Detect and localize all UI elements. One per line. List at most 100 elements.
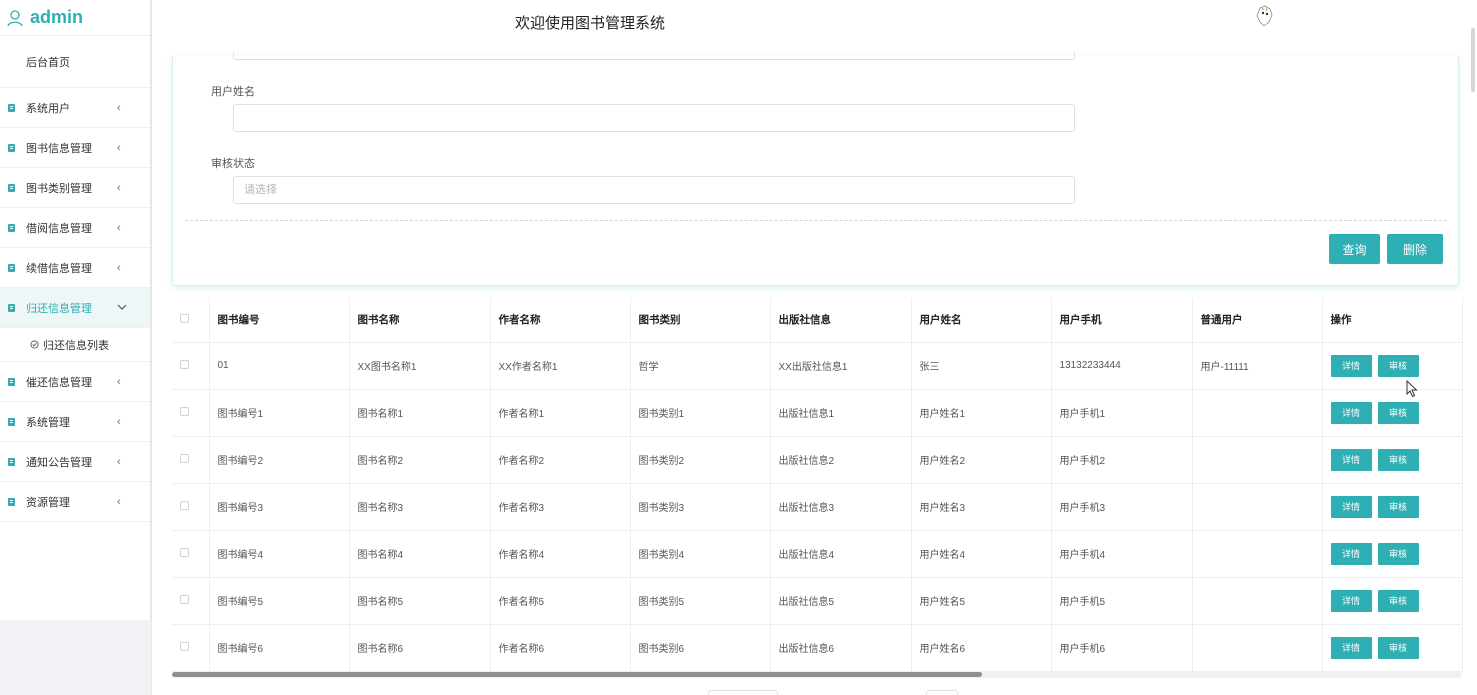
row-checkbox[interactable] xyxy=(180,453,189,463)
chevron-left-icon: ‹ xyxy=(117,182,121,194)
sidebar-item-renew-info[interactable]: 续借信息管理 ‹ xyxy=(0,248,150,288)
row-checkbox[interactable] xyxy=(180,594,189,604)
audit-button[interactable]: 审核 xyxy=(1377,542,1419,565)
audit-button[interactable]: 审核 xyxy=(1377,448,1419,471)
actions-cell: 详情 审核 xyxy=(1322,577,1463,625)
top-header: 欢迎使用图书管理系统 xyxy=(152,0,1477,92)
table-cell: 图书类别5 xyxy=(630,577,771,625)
menu-bullet-icon xyxy=(8,143,15,152)
detail-button[interactable]: 详情 xyxy=(1330,542,1372,565)
pagination-jump-input[interactable] xyxy=(926,690,958,695)
menu-bullet-icon xyxy=(8,183,15,192)
query-button[interactable]: 查询 xyxy=(1329,234,1380,264)
horizontal-scrollbar-thumb[interactable] xyxy=(172,672,982,677)
chevron-left-icon: ‹ xyxy=(117,262,121,274)
column-header: 出版社信息 xyxy=(770,298,912,343)
table-cell: 哲学 xyxy=(630,342,771,390)
row-select-cell xyxy=(172,389,210,437)
detail-button[interactable]: 详情 xyxy=(1330,448,1372,471)
audit-button[interactable]: 审核 xyxy=(1377,495,1419,518)
table-cell: 图书类别2 xyxy=(630,436,771,484)
form-divider xyxy=(185,220,1447,221)
sidebar-item-system-users[interactable]: 系统用户 ‹ xyxy=(0,88,150,128)
table-cell xyxy=(1192,624,1323,672)
actions-cell: 详情 审核 xyxy=(1322,483,1463,531)
mouse-cursor-icon xyxy=(1406,380,1418,398)
menu-bullet-icon xyxy=(8,303,15,312)
table-cell xyxy=(1192,577,1323,625)
detail-button[interactable]: 详情 xyxy=(1330,401,1372,424)
chevron-left-icon: ‹ xyxy=(117,496,121,508)
column-header: 图书类别 xyxy=(630,298,771,343)
avatar[interactable] xyxy=(1252,4,1278,30)
sidebar-item-label: 后台首页 xyxy=(26,56,70,69)
sidebar-item-system-management[interactable]: 系统管理 ‹ xyxy=(0,402,150,442)
table-cell xyxy=(1192,530,1323,578)
table-cell xyxy=(1192,389,1323,437)
table-cell: XX图书名称1 xyxy=(349,342,491,390)
select-all-checkbox[interactable] xyxy=(180,313,189,323)
table-cell: 图书类别3 xyxy=(630,483,771,531)
sidebar-item-book-category[interactable]: 图书类别管理 ‹ xyxy=(0,168,150,208)
sidebar-menu: admin 后台首页 系统用户 ‹ 图书信息管理 ‹ 图书类别管理 ‹ 借阅信息… xyxy=(0,0,151,620)
sidebar-item-notice-management[interactable]: 通知公告管理 ‹ xyxy=(0,442,150,482)
sidebar-item-return-info[interactable]: 归还信息管理 xyxy=(0,288,150,328)
table-cell: 用户手机6 xyxy=(1051,624,1193,672)
row-checkbox[interactable] xyxy=(180,359,189,369)
audit-button[interactable]: 审核 xyxy=(1377,401,1419,424)
audit-button[interactable]: 审核 xyxy=(1377,354,1419,377)
detail-button[interactable]: 详情 xyxy=(1330,495,1372,518)
search-form: 用户姓名 审核状态 请选择 查询 删除 xyxy=(172,52,1459,286)
sidebar: admin 后台首页 系统用户 ‹ 图书信息管理 ‹ 图书类别管理 ‹ 借阅信息… xyxy=(0,0,152,695)
table-row: 01 XX图书名称1 XX作者名称1 哲学 XX出版社信息1 张三 13132233444 用… xyxy=(172,342,1463,390)
chevron-left-icon: ‹ xyxy=(117,142,121,154)
chevron-left-icon: ‹ xyxy=(117,416,121,428)
menu-bullet-icon xyxy=(8,223,15,232)
audit-button[interactable]: 审核 xyxy=(1377,636,1419,659)
table-row: 图书编号5 图书名称5 作者名称5 图书类别5 出版社信息5 用户姓名5 用户手机5 详情 审核 xyxy=(172,577,1463,625)
detail-button[interactable]: 详情 xyxy=(1330,354,1372,377)
horizontal-scrollbar[interactable] xyxy=(172,672,1462,678)
column-header: 用户姓名 xyxy=(911,298,1052,343)
sidebar-item-borrow-info[interactable]: 借阅信息管理 ‹ xyxy=(0,208,150,248)
column-header: 操作 xyxy=(1322,298,1463,343)
row-checkbox[interactable] xyxy=(180,641,189,651)
table-cell: 用户手机5 xyxy=(1051,577,1193,625)
actions-cell: 详情 审核 xyxy=(1322,436,1463,484)
table-cell: 用户手机3 xyxy=(1051,483,1193,531)
user-name-label: 用户姓名 xyxy=(211,86,255,98)
chevron-down-icon xyxy=(117,304,127,310)
table-cell: 作者名称5 xyxy=(490,577,631,625)
row-select-cell xyxy=(172,530,210,578)
audit-button[interactable]: 审核 xyxy=(1377,589,1419,612)
sidebar-item-resource-management[interactable]: 资源管理 ‹ xyxy=(0,482,150,522)
menu-bullet-icon xyxy=(8,497,15,506)
page-title: 欢迎使用图书管理系统 xyxy=(515,15,666,32)
table-cell: 作者名称1 xyxy=(490,389,631,437)
sidebar-item-home[interactable]: 后台首页 xyxy=(0,36,150,88)
vertical-scrollbar[interactable] xyxy=(1467,0,1477,695)
table-cell: 图书类别6 xyxy=(630,624,771,672)
detail-button[interactable]: 详情 xyxy=(1330,636,1372,659)
table-cell: 用户手机2 xyxy=(1051,436,1193,484)
pagination-size-select[interactable] xyxy=(708,690,778,695)
sidebar-item-label: 资源管理 xyxy=(26,496,70,509)
detail-button[interactable]: 详情 xyxy=(1330,589,1372,612)
user-name-input[interactable] xyxy=(233,104,1075,132)
sidebar-item-book-info[interactable]: 图书信息管理 ‹ xyxy=(0,128,150,168)
delete-button[interactable]: 删除 xyxy=(1387,234,1443,264)
table-row: 图书编号2 图书名称2 作者名称2 图书类别2 出版社信息2 用户姓名2 用户手机2 详情 审核 xyxy=(172,436,1463,484)
table-cell: 图书编号2 xyxy=(209,436,350,484)
column-header: 普通用户 xyxy=(1192,298,1323,343)
sidebar-subitem-return-list[interactable]: 归还信息列表 xyxy=(0,328,150,362)
audit-status-select[interactable]: 请选择 xyxy=(233,176,1075,204)
previous-field-input[interactable] xyxy=(233,52,1075,60)
chevron-left-icon: ‹ xyxy=(117,376,121,388)
row-checkbox[interactable] xyxy=(180,406,189,416)
sidebar-subitem-label: 归还信息列表 xyxy=(43,339,109,352)
row-checkbox[interactable] xyxy=(180,547,189,557)
row-checkbox[interactable] xyxy=(180,500,189,510)
sidebar-item-remind-info[interactable]: 催还信息管理 ‹ xyxy=(0,362,150,402)
table-cell: 作者名称2 xyxy=(490,436,631,484)
vertical-scrollbar-thumb[interactable] xyxy=(1471,28,1475,92)
